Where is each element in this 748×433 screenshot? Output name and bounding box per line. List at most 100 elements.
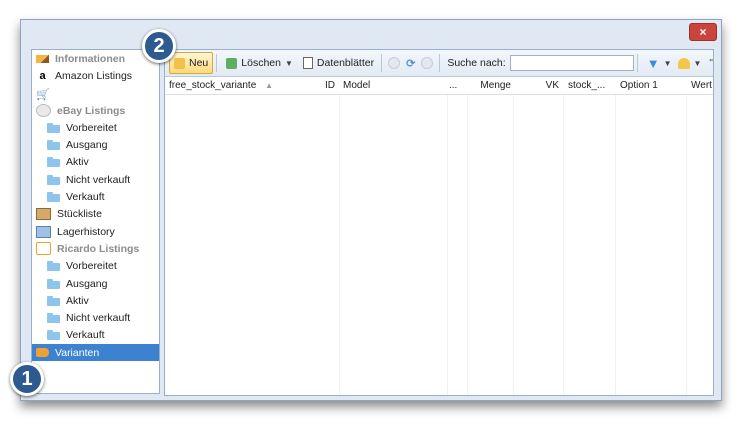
search-label: Suche nach: <box>447 57 506 69</box>
toolbar-separator <box>636 54 638 72</box>
column-header-stock[interactable]: stock_... <box>568 77 610 94</box>
toolbar-separator <box>439 54 441 72</box>
column-header-vk[interactable]: VK <box>531 77 559 94</box>
folder-icon <box>47 278 60 289</box>
sidebar-item-ebay-aktiv[interactable]: Aktiv <box>32 154 159 171</box>
sidebar-item-ricardo-ausgang[interactable]: Ausgang <box>32 275 159 292</box>
sidebar-item-amazon-listings[interactable]: a Amazon Listings <box>32 67 159 84</box>
toolbar: Neu Löschen ▼ Datenblätter ⟳ Suche nach:… <box>165 50 713 77</box>
sidebar-item-ebay-verkauft[interactable]: Verkauft <box>32 188 159 205</box>
sidebar-item-label: Ausgang <box>66 139 108 152</box>
chevron-down-icon[interactable]: ▼ <box>694 59 702 68</box>
filter-icon[interactable]: ▼ <box>647 56 660 71</box>
grid-header: free_stock_variante ▲ ID Model ... Menge… <box>165 77 713 95</box>
sort-asc-icon: ▲ <box>265 81 273 90</box>
sidebar-item-ricardo-verkauft[interactable]: Verkauft <box>32 327 159 344</box>
sidebar-item-ricardo-vorbereitet[interactable]: Vorbereitet <box>32 258 159 275</box>
toolbar-separator <box>381 54 383 72</box>
sidebar-item-label: Vorbereitet <box>66 260 117 273</box>
column-divider <box>467 95 468 395</box>
pencil-icon <box>36 54 49 63</box>
column-header-id[interactable]: ID <box>299 77 335 94</box>
sidebar-item-ebay-nicht-verkauft[interactable]: Nicht verkauft <box>32 171 159 188</box>
sidebar-item-label: Informationen <box>55 52 125 65</box>
sidebar-item-label: Vorbereitet <box>66 121 117 134</box>
sidebar-item-ricardo-listings[interactable]: Ricardo Listings <box>32 240 159 257</box>
sidebar-item-label: Aktiv <box>66 156 89 169</box>
sidebar-item-lagerhistory[interactable]: Lagerhistory <box>32 223 159 240</box>
callout-badge-1: 1 <box>10 362 44 396</box>
sidebar-item-label: Lagerhistory <box>57 225 115 238</box>
sidebar-item-ebay-listings[interactable]: eBay Listings <box>32 102 159 119</box>
search-input[interactable] <box>509 55 634 71</box>
sheet-icon <box>302 57 313 69</box>
box-icon <box>36 208 51 221</box>
column-divider <box>615 95 616 395</box>
folder-icon <box>47 192 60 203</box>
column-divider <box>447 95 448 395</box>
sidebar-item-informationen[interactable]: Informationen <box>32 50 159 67</box>
overflow-icon[interactable]: " <box>709 58 713 69</box>
close-button[interactable]: × <box>689 23 717 41</box>
user-icon[interactable] <box>677 57 690 69</box>
sidebar-item-varianten[interactable]: Varianten <box>32 344 159 362</box>
folder-icon <box>47 157 60 168</box>
sidebar-item-ricardo-aktiv[interactable]: Aktiv <box>32 292 159 309</box>
delete-icon <box>226 57 238 69</box>
grid-body[interactable] <box>165 95 713 395</box>
column-divider <box>686 95 687 395</box>
sidebar-item-label: Aktiv <box>66 294 89 307</box>
column-divider <box>513 95 514 395</box>
sidebar-item-label: eBay Listings <box>57 104 126 117</box>
column-divider <box>563 95 564 395</box>
ricardo-icon <box>36 242 51 256</box>
previous-icon[interactable] <box>388 57 401 69</box>
folder-icon <box>47 313 60 324</box>
sidebar-item-label: Verkauft <box>66 329 105 342</box>
column-header-option-1[interactable]: Option 1 <box>620 77 680 94</box>
cart-icon: 🛒 <box>36 88 50 101</box>
next-icon[interactable] <box>421 57 434 69</box>
folder-icon <box>47 330 60 341</box>
chevron-down-icon[interactable]: ▼ <box>664 59 672 68</box>
column-divider <box>339 95 340 395</box>
sidebar-item-label: Varianten <box>55 346 100 359</box>
amazon-icon: a <box>39 69 46 82</box>
column-header-ellipsis[interactable]: ... <box>449 77 469 94</box>
folder-icon <box>47 174 60 185</box>
sidebar-item-stueckliste[interactable]: Stückliste <box>32 206 159 223</box>
toolbar-separator <box>216 54 218 72</box>
chevron-down-icon[interactable]: ▼ <box>285 59 293 68</box>
sidebar-item-label: Ricardo Listings <box>57 242 140 255</box>
column-label: free_stock_variante <box>169 80 257 91</box>
sidebar-item-ebay-ausgang[interactable]: Ausgang <box>32 136 159 153</box>
sidebar: Informationen a Amazon Listings 🛒 eBay L… <box>31 49 160 394</box>
column-header-menge[interactable]: Menge <box>469 77 511 94</box>
column-header-model[interactable]: Model <box>343 77 443 94</box>
folder-icon <box>47 122 60 133</box>
delete-button-label: Löschen <box>241 57 281 69</box>
column-header-wert-1[interactable]: Wert 1 <box>691 77 713 94</box>
sidebar-item-cart[interactable]: 🛒 <box>32 85 159 102</box>
column-header-free-stock-variante[interactable]: free_stock_variante ▲ <box>169 77 273 94</box>
main-panel: Neu Löschen ▼ Datenblätter ⟳ Suche nach:… <box>164 49 714 396</box>
sidebar-item-label: Nicht verkauft <box>66 312 131 325</box>
delete-button[interactable]: Löschen ▼ <box>222 53 297 73</box>
folder-icon <box>47 295 60 306</box>
folder-icon <box>47 140 60 151</box>
sidebar-item-ricardo-nicht-verkauft[interactable]: Nicht verkauft <box>32 309 159 326</box>
new-button-label: Neu <box>189 57 209 69</box>
sidebar-item-label: Verkauft <box>66 191 105 204</box>
callout-badge-2: 2 <box>142 29 176 63</box>
sheets-button[interactable]: Datenblätter <box>299 53 378 73</box>
sheets-button-label: Datenblätter <box>316 57 375 69</box>
folder-icon <box>47 261 60 272</box>
new-button[interactable]: Neu <box>169 52 214 74</box>
sidebar-item-ebay-vorbereitet[interactable]: Vorbereitet <box>32 119 159 136</box>
ebay-icon <box>36 104 51 118</box>
sidebar-item-label: Stückliste <box>57 208 102 221</box>
tag-icon <box>36 348 49 358</box>
sidebar-item-label: Amazon Listings <box>55 69 133 82</box>
refresh-icon[interactable]: ⟳ <box>406 57 415 70</box>
calendar-icon <box>36 225 51 238</box>
